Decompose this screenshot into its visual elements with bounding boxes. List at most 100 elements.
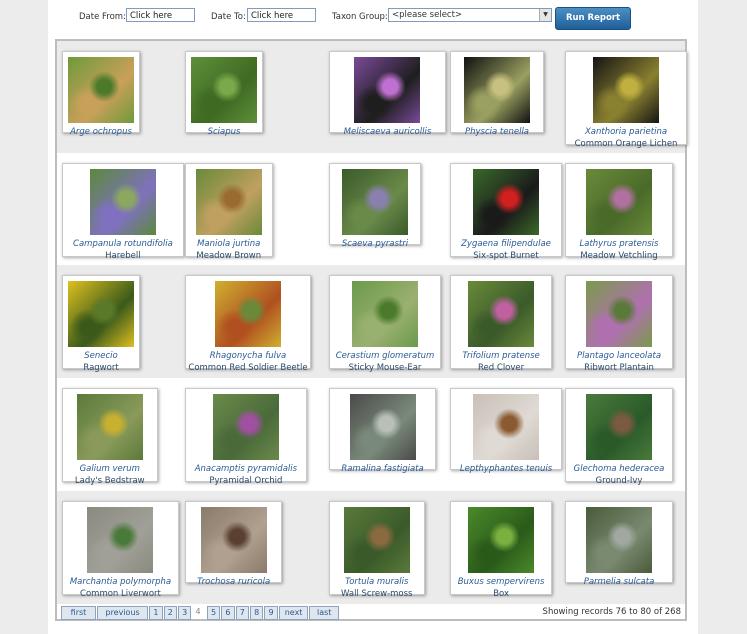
record-card[interactable]: Glechoma hederacea Ground-Ivy — [565, 388, 673, 486]
record-scientific-name[interactable]: Zygaena filipendulae — [451, 239, 561, 249]
pager-page-5[interactable]: 5 — [206, 606, 221, 620]
pager-page-1[interactable]: 1 — [149, 606, 163, 620]
lichen-icon[interactable] — [586, 507, 652, 573]
leaf-icon[interactable] — [586, 394, 652, 460]
record-card[interactable]: Anacamptis pyramidalis Pyramidal Orchid — [185, 388, 307, 486]
hoverfly-icon[interactable] — [354, 57, 421, 123]
sawfly-icon[interactable] — [68, 57, 134, 123]
record-card[interactable]: Senecio Ragwort — [62, 275, 140, 373]
spider-icon[interactable] — [200, 507, 267, 573]
beetle-icon[interactable] — [215, 281, 281, 347]
record-scientific-name[interactable]: Trifolium pratense — [451, 351, 551, 361]
record-card[interactable]: Plantago lanceolata Ribwort Plantain — [565, 275, 673, 373]
record-common-name: Wall Screw-moss — [341, 589, 413, 599]
record-scientific-name[interactable]: Marchantia polymorpha — [63, 577, 178, 587]
record-card[interactable]: Zygaena filipendulae Six-spot Burnet — [450, 163, 562, 261]
pager-page-8[interactable]: 8 — [250, 606, 264, 620]
record-common-name: Common Liverwort — [80, 589, 161, 599]
flower-icon[interactable] — [68, 281, 134, 347]
taxon-group-select[interactable]: <please select> ▼ — [388, 8, 552, 22]
record-card[interactable]: Lepthyphantes tenuis — [450, 388, 562, 474]
date-from-input[interactable]: Click here — [126, 8, 195, 22]
flower-icon[interactable] — [586, 169, 652, 235]
flower-icon[interactable] — [352, 281, 418, 347]
leaf-icon[interactable] — [468, 507, 535, 573]
record-card[interactable]: Buxus sempervirens Box — [450, 501, 553, 599]
record-scientific-name[interactable]: Anacamptis pyramidalis — [186, 464, 306, 474]
record-common-name: Six-spot Burnet — [473, 251, 539, 261]
record-scientific-name[interactable]: Cerastium glomeratum — [330, 351, 440, 361]
record-scientific-name[interactable]: Trochosa ruricola — [186, 577, 281, 587]
lichen-icon[interactable] — [349, 394, 416, 460]
record-scientific-name[interactable]: Xanthoria parietina — [566, 127, 686, 137]
run-report-button[interactable]: Run Report — [555, 7, 631, 30]
fly-icon[interactable] — [191, 57, 257, 123]
record-scientific-name[interactable]: Glechoma hederacea — [566, 464, 672, 474]
record-card[interactable]: Rhagonycha fulva Common Red Soldier Beetl… — [185, 275, 311, 373]
spider-icon[interactable] — [473, 394, 539, 460]
record-scientific-name[interactable]: Galium verum — [63, 464, 157, 474]
record-scientific-name[interactable]: Lepthyphantes tenuis — [451, 464, 561, 474]
record-card[interactable]: Trifolium pratense Red Clover — [450, 275, 553, 373]
record-row: Arge ochropus Sciapus Meliscaeva auricolli… — [57, 41, 687, 153]
pager-page-2[interactable]: 2 — [163, 606, 177, 620]
date-to-input[interactable]: Click here — [247, 8, 316, 22]
record-common-name: Common Red Soldier Beetle — [188, 363, 308, 373]
record-card[interactable]: Parmelia sulcata — [565, 501, 673, 587]
record-card[interactable]: Arge ochropus — [62, 51, 140, 137]
pager-first-button[interactable]: first — [61, 606, 96, 620]
moss-icon[interactable] — [343, 507, 410, 573]
record-card[interactable]: Cerastium glomeratum Sticky Mouse-Ear — [329, 275, 441, 373]
record-common-name: Box — [493, 589, 509, 599]
lichen-icon[interactable] — [464, 57, 530, 123]
record-scientific-name[interactable]: Parmelia sulcata — [566, 577, 672, 587]
pager-page-9[interactable]: 9 — [264, 606, 278, 620]
record-scientific-name[interactable]: Buxus sempervirens — [451, 577, 551, 587]
record-card[interactable]: Tortula muralis Wall Screw-moss — [329, 501, 425, 599]
flower-icon[interactable] — [89, 169, 156, 235]
pager-page-3[interactable]: 3 — [178, 606, 192, 620]
record-card[interactable]: Trochosa ruricola — [185, 501, 283, 587]
record-scientific-name[interactable]: Campanula rotundifolia — [63, 239, 183, 249]
record-card[interactable]: Marchantia polymorpha Common Liverwort — [62, 501, 179, 599]
flower-icon[interactable] — [586, 281, 652, 347]
record-scientific-name[interactable]: Plantago lanceolata — [566, 351, 672, 361]
chevron-down-icon[interactable]: ▼ — [539, 9, 551, 21]
record-scientific-name[interactable]: Sciapus — [186, 127, 262, 137]
pager-previous-button[interactable]: previous — [97, 606, 149, 620]
record-card[interactable]: Ramalina fastigiata — [329, 388, 437, 474]
moth-icon[interactable] — [473, 169, 539, 235]
record-common-name: Meadow Brown — [196, 251, 262, 261]
pager-last-button[interactable]: last — [309, 606, 339, 620]
butterfly-icon[interactable] — [195, 169, 262, 235]
record-card[interactable]: Scaeva pyrastri — [329, 163, 421, 249]
record-scientific-name[interactable]: Meliscaeva auricollis — [330, 127, 445, 137]
flower-icon[interactable] — [76, 394, 143, 460]
record-card[interactable]: Physcia tenella — [450, 51, 544, 137]
record-scientific-name[interactable]: Tortula muralis — [330, 577, 424, 587]
record-scientific-name[interactable]: Senecio — [63, 351, 139, 361]
record-card[interactable]: Sciapus — [185, 51, 263, 137]
lichen-icon[interactable] — [593, 57, 659, 123]
hoverfly-icon[interactable] — [342, 169, 408, 235]
pager-next-button[interactable]: next — [278, 606, 309, 620]
liverwort-icon[interactable] — [87, 507, 154, 573]
pager-page-6[interactable]: 6 — [221, 606, 235, 620]
record-scientific-name[interactable]: Ramalina fastigiata — [330, 464, 435, 474]
orchid-icon[interactable] — [212, 394, 279, 460]
record-scientific-name[interactable]: Lathyrus pratensis — [566, 239, 672, 249]
record-card[interactable]: Maniola jurtina Meadow Brown — [185, 163, 273, 261]
record-scientific-name[interactable]: Scaeva pyrastri — [330, 239, 420, 249]
date-to-label: Date To: — [211, 12, 246, 22]
record-scientific-name[interactable]: Maniola jurtina — [186, 239, 272, 249]
record-card[interactable]: Meliscaeva auricollis — [329, 51, 446, 137]
record-card[interactable]: Campanula rotundifolia Harebell — [62, 163, 184, 261]
record-scientific-name[interactable]: Physcia tenella — [451, 127, 543, 137]
record-card[interactable]: Galium verum Lady's Bedstraw — [62, 388, 158, 486]
record-scientific-name[interactable]: Rhagonycha fulva — [186, 351, 310, 361]
record-card[interactable]: Lathyrus pratensis Meadow Vetchling — [565, 163, 673, 261]
pager-page-7[interactable]: 7 — [235, 606, 249, 620]
record-card[interactable]: Xanthoria parietina Common Orange Lichen — [565, 51, 687, 149]
flower-icon[interactable] — [468, 281, 535, 347]
record-scientific-name[interactable]: Arge ochropus — [63, 127, 139, 137]
